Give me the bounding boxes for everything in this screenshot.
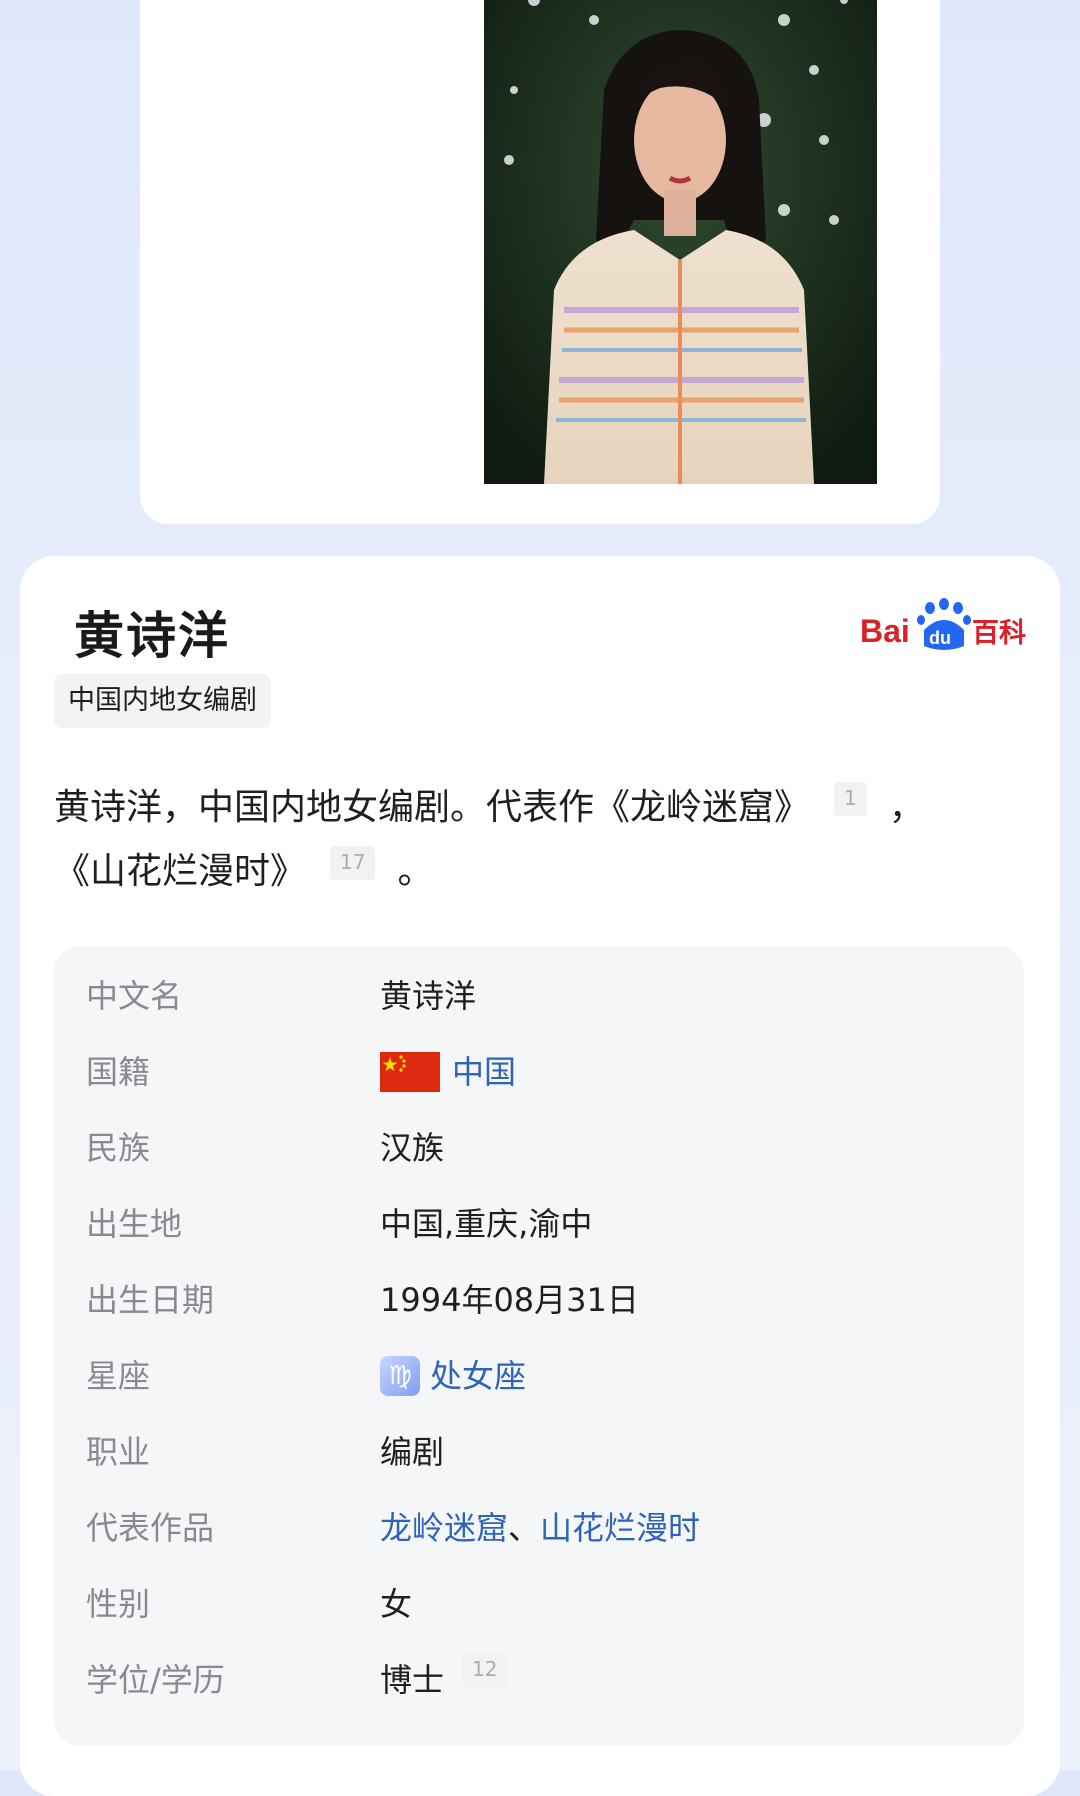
- infobox-row-chinese-name: 中文名 黄诗洋: [54, 958, 1024, 1034]
- row-value-container: ♍ 处女座: [380, 1338, 526, 1414]
- infobox-row-birth-date: 出生日期 1994年08月31日: [54, 1262, 1024, 1338]
- row-value-container: 博士 12: [380, 1642, 508, 1718]
- infobox-row-birthplace: 出生地 中国,重庆,渝中: [54, 1186, 1024, 1262]
- summary-text: 黄诗洋，中国内地女编剧。代表作《龙岭迷窟》: [54, 787, 811, 828]
- infobox-row-gender: 性别 女: [54, 1566, 1024, 1642]
- logo-bai-text: Bai: [860, 613, 910, 649]
- baidu-baike-logo[interactable]: Bai du 百科: [860, 596, 1030, 660]
- infobox-row-nationality: 国籍 中国: [54, 1034, 1024, 1110]
- infobox-row-ethnicity: 民族 汉族: [54, 1110, 1024, 1186]
- row-value: 编剧: [380, 1433, 445, 1471]
- work-link-shanhua[interactable]: 山花烂漫时: [540, 1490, 700, 1566]
- virgo-icon: ♍: [380, 1356, 420, 1396]
- infobox-row-occupation: 职业 编剧: [54, 1414, 1024, 1490]
- subtitle-tag[interactable]: 中国内地女编剧: [54, 674, 271, 728]
- row-value: 女: [380, 1585, 413, 1623]
- summary-text: ，: [888, 787, 925, 828]
- row-value: 汉族: [380, 1129, 445, 1167]
- infobox-row-works: 代表作品 龙岭迷窟 、 山花烂漫时: [54, 1490, 1024, 1566]
- portrait-photo[interactable]: [484, 0, 877, 484]
- row-value: 中国,重庆,渝中: [380, 1205, 593, 1243]
- china-flag-icon: [380, 1052, 440, 1092]
- portrait-card: [140, 0, 940, 524]
- reference-badge[interactable]: 17: [330, 846, 376, 880]
- baike-info-card: 黄诗洋 中国内地女编剧 Bai du 百科 黄诗洋，中国内地女编剧。代表作《龙岭…: [20, 556, 1060, 1796]
- logo-du-text: du: [929, 628, 951, 648]
- row-label: 国籍: [86, 1053, 151, 1091]
- row-label: 性别: [86, 1585, 151, 1623]
- page-title: 黄诗洋: [74, 607, 230, 665]
- zodiac-link[interactable]: 处女座: [430, 1338, 526, 1414]
- infobox: 中文名 黄诗洋 国籍 中国 民族 汉族 出生地 中国,重庆,渝中 出生日期 19…: [54, 946, 1024, 1746]
- row-value-container: 龙岭迷窟 、 山花烂漫时: [380, 1490, 700, 1566]
- row-value-container: 中国: [380, 1034, 516, 1110]
- row-label: 出生日期: [86, 1281, 215, 1319]
- reference-badge[interactable]: 1: [834, 782, 867, 816]
- row-label: 出生地: [86, 1205, 183, 1243]
- summary-text: 《山花烂漫时》: [54, 851, 307, 892]
- nationality-link[interactable]: 中国: [452, 1034, 516, 1110]
- summary-paragraph: 黄诗洋，中国内地女编剧。代表作《龙岭迷窟》 1 ， 《山花烂漫时》 17 。: [54, 776, 1024, 904]
- row-label: 学位/学历: [86, 1661, 225, 1699]
- list-separator: 、: [508, 1509, 541, 1547]
- row-label: 民族: [86, 1129, 151, 1167]
- summary-text: 。: [397, 851, 434, 892]
- row-label: 星座: [86, 1357, 151, 1395]
- row-value: 黄诗洋: [380, 977, 477, 1015]
- infobox-row-degree: 学位/学历 博士 12: [54, 1642, 1024, 1718]
- logo-baike-text: 百科: [972, 618, 1026, 649]
- work-link-longling[interactable]: 龙岭迷窟: [380, 1490, 508, 1566]
- row-label: 代表作品: [86, 1509, 215, 1547]
- infobox-row-zodiac: 星座 ♍ 处女座: [54, 1338, 1024, 1414]
- row-label: 中文名: [86, 977, 183, 1015]
- reference-badge[interactable]: 12: [462, 1653, 508, 1687]
- row-label: 职业: [86, 1433, 151, 1471]
- row-value: 1994年08月31日: [380, 1281, 639, 1319]
- degree-value: 博士: [380, 1661, 445, 1699]
